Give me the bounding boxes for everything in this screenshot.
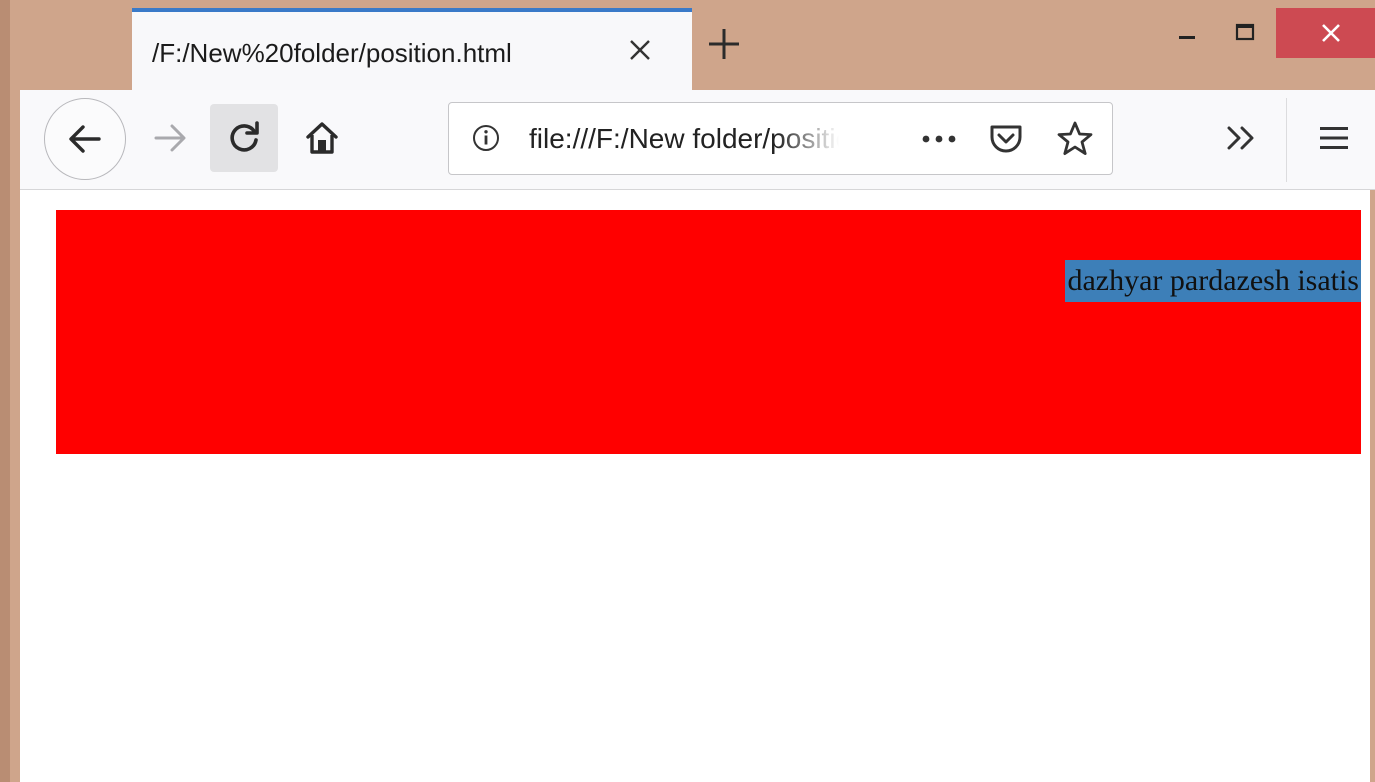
reload-button[interactable] [210,104,278,172]
red-box: dazhyar pardazesh isatis [56,210,1361,454]
info-icon [473,125,499,151]
selected-text[interactable]: dazhyar pardazesh isatis [1065,260,1361,302]
window-close-button[interactable] [1276,8,1375,58]
navigation-toolbar [20,90,1375,190]
back-button[interactable] [44,98,126,180]
overflow-button[interactable] [1216,112,1268,164]
reload-icon [230,121,259,152]
page-actions-button[interactable] [919,119,959,159]
home-icon [306,122,338,154]
page-content: dazhyar pardazesh isatis [20,190,1370,782]
new-tab-button[interactable] [702,22,746,66]
home-button[interactable] [296,112,348,164]
tab-close-button[interactable] [620,30,660,70]
plus-icon [709,29,739,59]
bookmark-button[interactable] [1053,117,1097,161]
tab-title: /F:/New%20folder/position.html [152,38,512,68]
menu-button[interactable] [1308,112,1360,164]
arrow-right-icon [154,124,186,152]
close-icon [1322,24,1340,42]
minimize-button[interactable] [1162,8,1212,58]
maximize-button[interactable] [1220,8,1270,58]
hamburger-menu-icon [1320,127,1348,149]
pocket-button[interactable] [986,119,1026,159]
maximize-icon [1235,23,1255,41]
ellipsis-icon [922,135,956,143]
arrow-left-icon [69,125,101,153]
tab-strip: /F:/New%20folder/position.html [20,0,1375,90]
browser-window: /F:/New%20folder/position.html file:///F… [0,0,1375,782]
double-chevron-right-icon [1227,126,1254,150]
minimize-icon [1179,36,1195,39]
star-icon [1057,121,1093,155]
url-bar[interactable] [448,102,1113,175]
tab-active[interactable]: /F:/New%20folder/position.html [132,8,692,90]
site-info-button[interactable] [467,119,505,157]
pocket-icon [990,125,1022,153]
url-input[interactable] [529,123,839,155]
window-frame-right [1370,190,1375,782]
close-icon [630,40,650,60]
toolbar-separator [1286,98,1287,182]
forward-button[interactable] [144,112,196,164]
